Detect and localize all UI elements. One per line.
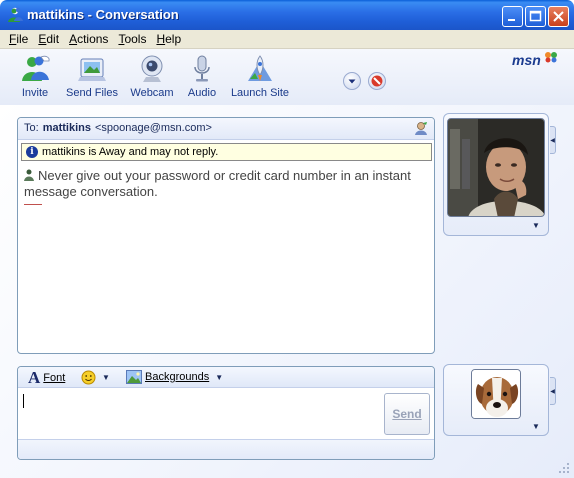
collapse-my-picture-button[interactable]: ◀ — [550, 377, 556, 405]
invite-buddies-icon — [22, 55, 50, 81]
menu-edit-label: dit — [46, 32, 60, 46]
menu-help-label: elp — [165, 32, 182, 46]
my-display-picture[interactable] — [471, 369, 521, 419]
emoticon-dropdown-icon: ▼ — [102, 373, 110, 382]
message-divider — [24, 204, 42, 205]
font-icon: A — [28, 368, 41, 387]
contact-picture-menu-icon[interactable]: ▼ — [532, 221, 540, 230]
invite-label: Invite — [21, 87, 49, 99]
audio-label: Audio — [187, 87, 217, 99]
menu-file-label: ile — [16, 32, 29, 46]
webcam-label: Webcam — [130, 87, 174, 99]
send-files-icon — [78, 58, 106, 81]
contact-photo — [448, 119, 544, 216]
dog-picture — [472, 370, 520, 418]
chevron-down-icon — [348, 79, 356, 84]
launch-site-icon — [248, 55, 272, 81]
menu-actions[interactable]: Actions — [64, 32, 113, 46]
menu-tools-label: ools — [124, 32, 147, 46]
background-image-icon — [126, 370, 142, 384]
msn-buddy-small-icon — [24, 169, 34, 181]
contact-card-icon[interactable] — [414, 121, 428, 136]
webcam-icon — [141, 55, 163, 82]
maximize-icon — [529, 10, 542, 22]
msn-butterfly-icon — [545, 52, 557, 63]
security-warning: Never give out your password or credit c… — [24, 168, 428, 200]
backgrounds-dropdown-icon: ▼ — [215, 372, 224, 382]
menu-tools[interactable]: Tools — [113, 32, 151, 46]
more-actions-button[interactable] — [343, 72, 361, 90]
emoticon-button[interactable]: ▼ — [81, 370, 110, 385]
security-warning-text: Never give out your password or credit c… — [24, 168, 411, 199]
font-label: Font — [43, 372, 66, 384]
menu-bar: File Edit Actions Tools Help — [0, 30, 574, 49]
smiley-icon — [81, 370, 96, 385]
info-icon: i — [26, 146, 38, 158]
minimize-button[interactable] — [502, 6, 523, 27]
backgrounds-label: Backgrounds — [145, 371, 210, 383]
send-files-button[interactable]: Send Files — [64, 53, 120, 99]
close-icon — [553, 11, 564, 22]
audio-button[interactable]: Audio — [185, 53, 219, 99]
launch-site-label: Launch Site — [230, 87, 290, 99]
conversation-history[interactable]: To: mattikins <spoonage@msn.com> i mattiki… — [17, 117, 435, 354]
contact-display-picture-frame: ▼ ◀ — [443, 113, 556, 236]
menu-actions-accel: A — [69, 32, 78, 46]
close-button[interactable] — [548, 6, 569, 27]
menu-help-accel: H — [156, 32, 166, 46]
contact-name[interactable]: mattikins — [43, 122, 91, 134]
toolbar: Invite Send Files Webcam Audio Launch Si… — [0, 49, 574, 105]
compose-footer — [18, 439, 434, 459]
minimize-icon — [508, 19, 515, 21]
my-picture-menu-icon[interactable]: ▼ — [532, 422, 540, 431]
status-notice-text: mattikins is Away and may not reply. — [42, 146, 219, 158]
menu-file[interactable]: File — [4, 32, 33, 46]
font-button[interactable]: A Font — [28, 368, 65, 388]
invite-button[interactable]: Invite — [14, 53, 56, 99]
webcam-button[interactable]: Webcam — [129, 53, 175, 99]
backgrounds-button[interactable]: Backgrounds ▼ — [126, 370, 223, 384]
contact-email: <spoonage@msn.com> — [94, 122, 212, 134]
msn-buddy-icon — [8, 7, 23, 22]
format-bar: A Font ▼ Backgrounds ▼ — [18, 367, 434, 388]
menu-help[interactable]: Help — [151, 32, 186, 46]
menu-actions-label: ctions — [77, 32, 109, 46]
microphone-icon — [194, 55, 210, 82]
block-icon — [371, 75, 383, 87]
title-bar[interactable]: mattikins - Conversation — [0, 0, 574, 30]
compose-panel: A Font ▼ Backgrounds ▼ Send — [17, 366, 435, 460]
block-button[interactable] — [368, 72, 386, 90]
resize-grip-icon[interactable] — [558, 462, 570, 474]
my-display-picture-frame: ▼ ◀ — [443, 364, 556, 436]
message-input[interactable] — [22, 392, 378, 436]
text-cursor — [23, 394, 24, 408]
send-button[interactable]: Send — [384, 393, 430, 435]
send-files-label: Send Files — [66, 87, 118, 99]
window-title: mattikins - Conversation — [27, 7, 179, 22]
to-label: To: — [24, 122, 39, 134]
maximize-button[interactable] — [525, 6, 546, 27]
status-notice: i mattikins is Away and may not reply. — [21, 143, 432, 161]
to-line: To: mattikins <spoonage@msn.com> — [18, 118, 434, 140]
collapse-contact-picture-button[interactable]: ◀ — [550, 126, 556, 154]
menu-edit[interactable]: Edit — [33, 32, 64, 46]
launch-site-button[interactable]: Launch Site — [230, 53, 290, 99]
msn-logo: msn — [512, 52, 541, 68]
contact-display-picture[interactable] — [447, 118, 545, 217]
